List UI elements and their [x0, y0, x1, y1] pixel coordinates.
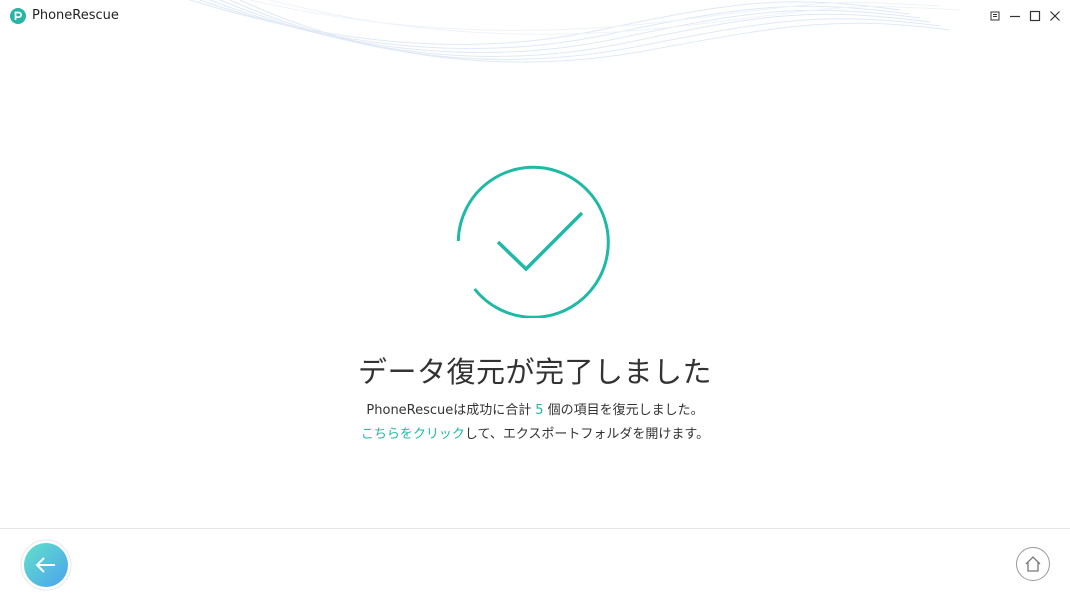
export-folder-hint: こちらをクリックして、エクスポートフォルダを開けます。	[0, 426, 1070, 444]
title-bar: PhoneRescue	[0, 0, 1070, 32]
app-title: PhoneRescue	[32, 8, 119, 23]
app-logo-icon	[10, 8, 26, 24]
open-export-folder-link[interactable]: こちらをクリック	[361, 427, 465, 442]
back-button[interactable]	[20, 539, 72, 591]
minimize-icon[interactable]	[1005, 6, 1025, 26]
summary-suffix: 個の項目を復元しました。	[547, 403, 704, 418]
export-folder-hint-text: して、エクスポートフォルダを開けます。	[464, 427, 710, 442]
home-icon	[1016, 547, 1050, 581]
recovery-summary: PhoneRescueは成功に合計 5 個の項目を復元しました。	[0, 402, 1070, 420]
recovered-item-count: 5	[535, 403, 544, 418]
success-checkmark	[452, 158, 612, 319]
home-button[interactable]	[1015, 546, 1051, 582]
page-title: データ復元が完了しました	[357, 355, 712, 389]
footer-divider	[0, 528, 1070, 529]
checkmark-circle-icon	[456, 165, 610, 319]
back-arrow-icon	[20, 539, 72, 591]
close-icon[interactable]	[1045, 6, 1065, 26]
summary-prefix: PhoneRescueは成功に合計	[366, 403, 532, 418]
menu-icon[interactable]	[985, 6, 1005, 26]
maximize-icon[interactable]	[1025, 6, 1045, 26]
